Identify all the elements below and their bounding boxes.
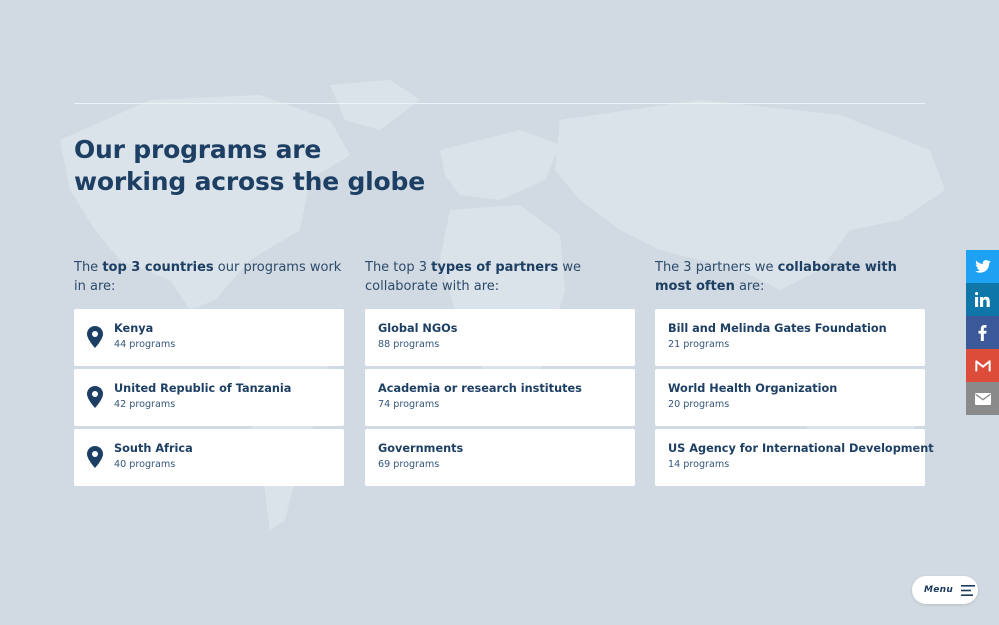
partner-types-intro: The top 3 types of partners we collabora… [365, 258, 635, 309]
title-line-2: working across the globe [74, 167, 425, 196]
partner-type-name: Governments [378, 442, 464, 455]
partner-type-card[interactable]: Academia or research institutes 74 progr… [365, 369, 635, 426]
partner-card[interactable]: US Agency for International Development … [655, 429, 934, 486]
program-count: 69 programs [378, 459, 440, 470]
linkedin-icon [975, 292, 990, 307]
intro-text: The 3 partners we [655, 260, 778, 275]
country-card[interactable]: United Republic of Tanzania 42 programs [74, 369, 344, 426]
share-twitter-button[interactable] [966, 250, 999, 283]
country-name: United Republic of Tanzania [114, 382, 292, 395]
share-facebook-button[interactable] [966, 316, 999, 349]
program-count: 21 programs [668, 339, 730, 350]
top-divider [74, 103, 925, 104]
program-count: 40 programs [114, 459, 176, 470]
intro-text: The [74, 260, 103, 275]
intro-text: are: [734, 279, 765, 294]
share-email-button[interactable] [966, 382, 999, 415]
program-count: 44 programs [114, 339, 176, 350]
program-count: 20 programs [668, 399, 730, 410]
email-icon [974, 392, 991, 405]
partner-type-card[interactable]: Governments 69 programs [365, 429, 635, 486]
menu-button[interactable]: Menu [912, 576, 978, 604]
partner-name: World Health Organization [668, 382, 838, 395]
page-title: Our programs are working across the glob… [74, 134, 494, 198]
program-count: 42 programs [114, 399, 176, 410]
facebook-icon [978, 324, 987, 341]
country-name: South Africa [114, 442, 193, 455]
country-name: Kenya [114, 322, 154, 335]
country-card[interactable]: Kenya 44 programs [74, 309, 344, 366]
program-count: 74 programs [378, 399, 440, 410]
country-card[interactable]: South Africa 40 programs [74, 429, 344, 486]
partner-name: Bill and Melinda Gates Foundation [668, 322, 887, 335]
twitter-icon [974, 260, 991, 273]
partner-name: US Agency for International Development [668, 442, 934, 455]
location-pin-icon [87, 326, 103, 348]
location-pin-icon [87, 446, 103, 468]
program-count: 14 programs [668, 459, 730, 470]
intro-text: The top 3 [365, 260, 432, 275]
partner-type-card[interactable]: Global NGOs 88 programs [365, 309, 635, 366]
location-pin-icon [87, 386, 103, 408]
countries-column: The top 3 countries our programs work in… [74, 258, 344, 489]
intro-emphasis: types of partners [431, 260, 559, 275]
share-bar [966, 250, 999, 415]
intro-emphasis: top 3 countries [102, 260, 214, 275]
menu-label: Menu [924, 585, 954, 595]
title-line-1: Our programs are [74, 135, 322, 164]
partner-card[interactable]: World Health Organization 20 programs [655, 369, 925, 426]
hamburger-icon [961, 584, 976, 596]
partner-type-name: Global NGOs [378, 322, 458, 335]
partner-types-column: The top 3 types of partners we collabora… [365, 258, 635, 489]
share-linkedin-button[interactable] [966, 283, 999, 316]
top-partners-column: The 3 partners we collaborate with most … [655, 258, 934, 489]
share-gmail-button[interactable] [966, 349, 999, 382]
partner-type-name: Academia or research institutes [378, 382, 582, 395]
countries-intro: The top 3 countries our programs work in… [74, 258, 344, 309]
program-count: 88 programs [378, 339, 440, 350]
gmail-icon [974, 359, 991, 371]
partner-card[interactable]: Bill and Melinda Gates Foundation 21 pro… [655, 309, 925, 366]
top-partners-intro: The 3 partners we collaborate with most … [655, 258, 925, 309]
